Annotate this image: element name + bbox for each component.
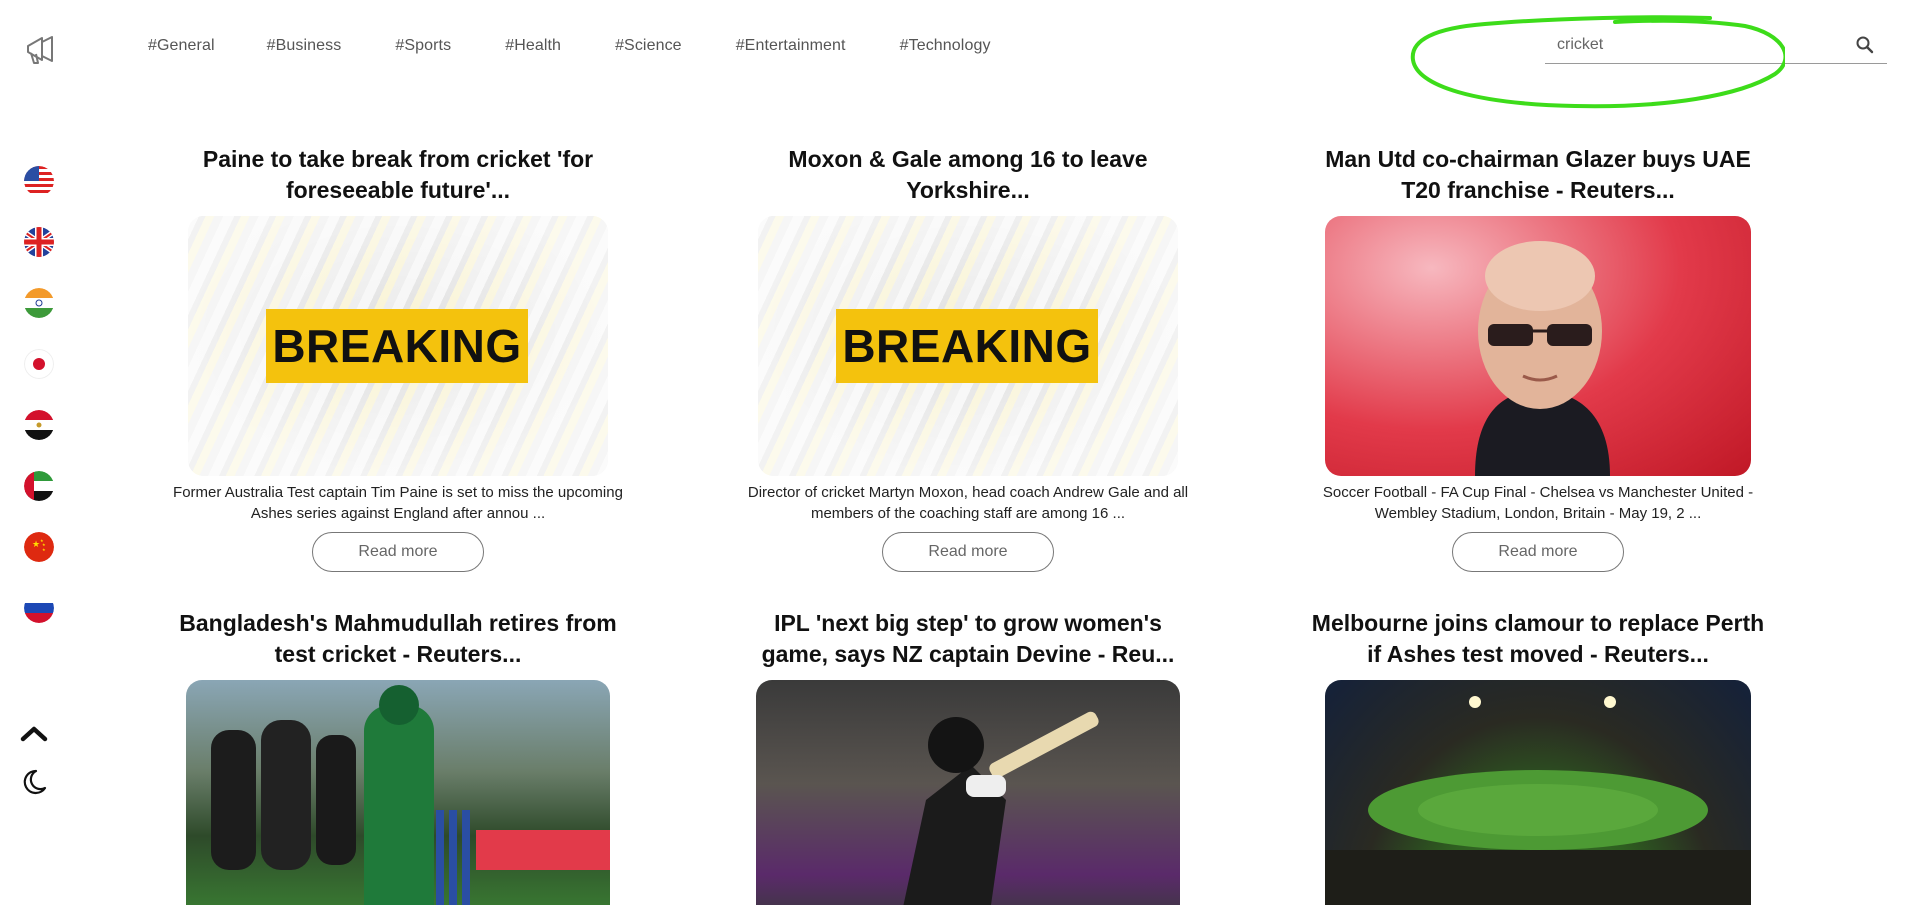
- nav-technology[interactable]: #Technology: [900, 37, 991, 55]
- stadium-photo: [1325, 696, 1751, 905]
- read-more-button[interactable]: Read more: [312, 532, 484, 572]
- megaphone-logo-icon[interactable]: [22, 32, 58, 68]
- cricket-players-photo: [211, 685, 610, 905]
- japan-flag-icon[interactable]: [24, 349, 54, 379]
- svg-text:★: ★: [42, 547, 46, 552]
- news-card: Melbourne joins clamour to replace Perth…: [1298, 608, 1778, 905]
- article-description: Soccer Football - FA Cup Final - Chelsea…: [1322, 484, 1754, 522]
- china-flag-icon[interactable]: ★ ★ ★ ★: [24, 532, 54, 562]
- news-card: Moxon & Gale among 16 to leave Yorkshire…: [728, 144, 1208, 572]
- read-more-button[interactable]: Read more: [1452, 532, 1624, 572]
- us-flag-icon[interactable]: [24, 166, 54, 196]
- scroll-to-top-icon[interactable]: [18, 720, 50, 746]
- nav-general[interactable]: #General: [148, 37, 215, 55]
- search-bar: [1545, 28, 1887, 64]
- nav-entertainment[interactable]: #Entertainment: [736, 37, 846, 55]
- news-card: Man Utd co-chairman Glazer buys UAE T20 …: [1298, 144, 1778, 572]
- person-photo: [1475, 241, 1610, 476]
- egypt-flag-icon[interactable]: [24, 410, 54, 440]
- nav-sports[interactable]: #Sports: [395, 37, 451, 55]
- news-card: Bangladesh's Mahmudullah retires from te…: [158, 608, 638, 905]
- article-description: Director of cricket Martyn Moxon, head c…: [747, 484, 1189, 522]
- svg-text:★: ★: [32, 540, 40, 550]
- article-image[interactable]: [1325, 216, 1751, 476]
- category-nav: #General #Business #Sports #Health #Scie…: [148, 37, 1045, 55]
- article-title[interactable]: Bangladesh's Mahmudullah retires from te…: [158, 608, 638, 670]
- article-description: Former Australia Test captain Tim Paine …: [173, 484, 623, 522]
- article-title[interactable]: Man Utd co-chairman Glazer buys UAE T20 …: [1298, 144, 1778, 206]
- read-more-button[interactable]: Read more: [882, 532, 1054, 572]
- breaking-label: BREAKING: [266, 309, 528, 383]
- news-card: Paine to take break from cricket 'for fo…: [158, 144, 638, 572]
- article-image[interactable]: [756, 680, 1180, 905]
- uk-flag-icon[interactable]: [24, 227, 54, 257]
- batter-photo: [903, 711, 1099, 905]
- india-flag-icon[interactable]: [24, 288, 54, 318]
- search-input[interactable]: [1545, 30, 1845, 60]
- russia-flag-icon[interactable]: [24, 593, 54, 623]
- article-image[interactable]: BREAKING: [758, 216, 1178, 476]
- article-image[interactable]: [186, 680, 610, 905]
- article-title[interactable]: Melbourne joins clamour to replace Perth…: [1298, 608, 1778, 670]
- nav-health[interactable]: #Health: [505, 37, 561, 55]
- uae-flag-icon[interactable]: [24, 471, 54, 501]
- dark-mode-moon-icon[interactable]: [20, 768, 48, 796]
- country-sidebar: ★ ★ ★ ★: [24, 166, 56, 654]
- search-icon[interactable]: [1855, 35, 1875, 55]
- article-title[interactable]: IPL 'next big step' to grow women's game…: [728, 608, 1208, 670]
- article-title[interactable]: Paine to take break from cricket 'for fo…: [158, 144, 638, 206]
- news-card: IPL 'next big step' to grow women's game…: [728, 608, 1208, 905]
- breaking-label: BREAKING: [836, 309, 1098, 383]
- nav-business[interactable]: #Business: [267, 37, 342, 55]
- article-image[interactable]: [1325, 680, 1751, 905]
- article-title[interactable]: Moxon & Gale among 16 to leave Yorkshire…: [728, 144, 1208, 206]
- nav-science[interactable]: #Science: [615, 37, 682, 55]
- article-image[interactable]: BREAKING: [188, 216, 608, 476]
